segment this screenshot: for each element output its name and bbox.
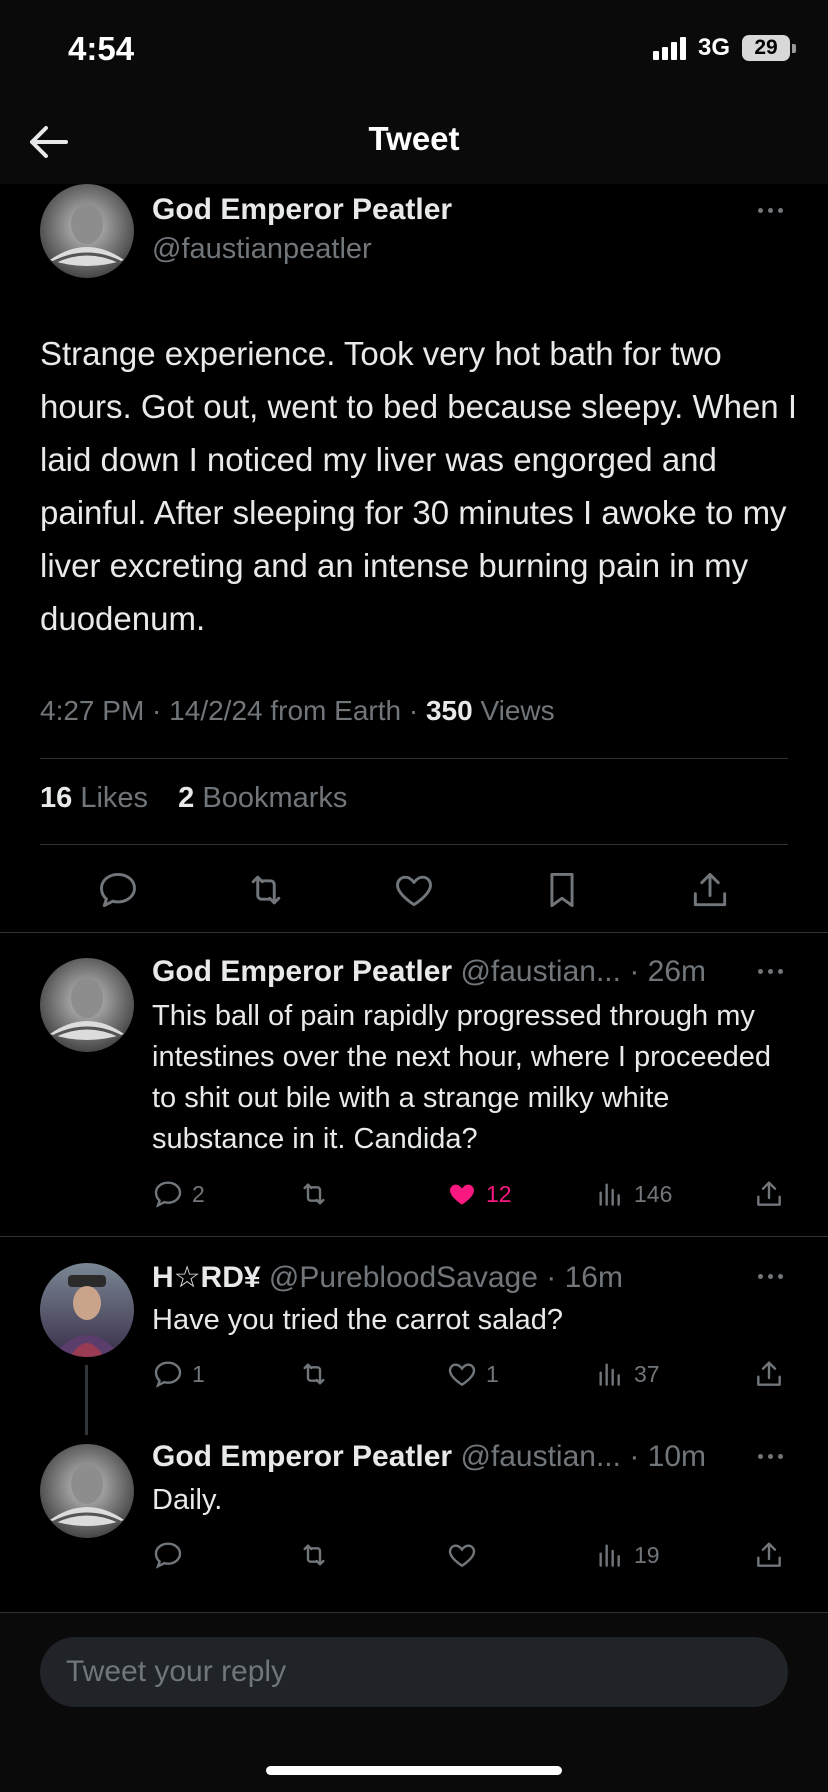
reply-text: This ball of pain rapidly progressed thr… [152,1000,772,1155]
views-action[interactable]: 37 [594,1358,660,1390]
reply-header: H☆RD¥ @PurebloodSavage · 16m [152,1261,623,1294]
view-count: 146 [634,1180,673,1207]
like-action[interactable] [446,1539,478,1571]
view-count: 37 [634,1360,660,1387]
divider [40,844,788,845]
share-icon [757,1361,781,1386]
reply-author-name[interactable]: H☆RD¥ [152,1261,261,1294]
more-icon[interactable] [753,205,787,215]
like-icon [450,1184,474,1205]
reply-action[interactable]: 1 [152,1358,205,1390]
like-icon [448,1363,476,1387]
like-action[interactable]: 12 [446,1178,512,1210]
avatar[interactable] [40,1444,134,1538]
avatar[interactable] [40,1263,134,1357]
status-bar: 4:54 3G 29 [0,0,828,100]
share-action[interactable] [753,1358,785,1390]
views-action[interactable]: 19 [594,1539,660,1571]
network-type: 3G [697,34,730,61]
view-count: 19 [634,1541,660,1568]
more-icon[interactable] [753,1451,787,1461]
reply-time: 26m [647,955,707,988]
like-icon[interactable] [392,868,436,912]
divider [0,1236,828,1237]
views-icon [599,1183,620,1206]
reply-author-handle[interactable]: @PurebloodSavage [269,1261,538,1294]
bookmarks-count: 2 [178,782,195,814]
reply-action[interactable] [152,1539,192,1571]
likes-label: Likes [80,782,149,814]
reply-icon [154,1361,182,1388]
reply-text: Daily. [152,1484,223,1516]
like-icon [448,1544,476,1568]
reply-composer: Tweet your reply [0,1612,828,1792]
nav-bar: Tweet [0,100,828,184]
home-indicator [266,1766,562,1775]
likes-stat[interactable]: 16 Likes [40,782,148,814]
retweet-icon [303,1544,325,1566]
like-action[interactable]: 1 [446,1358,499,1390]
retweet-icon [303,1363,325,1385]
views-label: Views [480,695,555,726]
reply-text: Have you tried the carrot salad? [152,1304,564,1336]
avatar[interactable] [40,958,134,1052]
retweet-action[interactable] [298,1358,330,1390]
battery-level: 29 [754,36,778,59]
avatar[interactable] [40,184,134,278]
bookmarks-stat[interactable]: 2 Bookmarks [178,782,347,814]
views-icon [599,1363,620,1386]
reply-action[interactable]: 2 [152,1178,205,1210]
reply-header: God Emperor Peatler @faustian... · 10m [152,1440,707,1473]
views-count: 350 [425,695,473,726]
status-time: 4:54 [68,30,135,67]
reply-author-name[interactable]: God Emperor Peatler [152,1440,452,1473]
tweet-date: 14/2/24 [169,695,263,726]
more-icon[interactable] [753,966,787,976]
reply-header: God Emperor Peatler @faustian... · 26m [152,955,707,988]
retweet-action[interactable] [298,1178,330,1210]
reply-icon [154,1542,182,1569]
reply-time: 16m [564,1261,623,1294]
divider [40,758,788,759]
views-action[interactable]: 146 [594,1178,672,1210]
battery-icon: 29 [742,35,796,61]
page-title: Tweet [368,120,460,157]
like-count: 1 [486,1360,499,1387]
share-action[interactable] [753,1539,785,1571]
reply-input[interactable]: Tweet your reply [40,1637,788,1707]
retweet-action[interactable] [298,1539,330,1571]
like-count: 12 [486,1180,512,1207]
likes-count: 16 [40,782,73,814]
author-name[interactable]: God Emperor Peatler [152,193,452,227]
bookmark-icon[interactable] [540,868,584,912]
reply-count: 2 [192,1180,205,1207]
reply-author-handle[interactable]: @faustian... [460,955,621,988]
tweet-meta: 4:27 PM · 14/2/24 from Earth · 350 Views [40,695,555,726]
signal-icon [652,36,686,60]
bookmarks-label: Bookmarks [202,782,348,814]
more-icon[interactable] [753,1271,787,1281]
views-icon [599,1544,620,1567]
reply-count: 1 [192,1360,205,1387]
reply-author-handle[interactable]: @faustian... [460,1440,621,1473]
tweet-stats: 16 Likes 2 Bookmarks [40,782,347,815]
reply-author-name[interactable]: God Emperor Peatler [152,955,452,988]
share-icon[interactable] [688,868,732,912]
divider [0,932,828,933]
share-icon [757,1181,781,1206]
share-icon [757,1542,781,1567]
reply-time: 10m [647,1440,707,1473]
status-indicators: 3G 29 [652,34,796,62]
tweet-text: Strange experience. Took very hot bath f… [40,335,798,637]
tweet-source: from Earth [270,695,402,726]
reply-icon[interactable] [96,868,140,912]
thread-line [85,1365,88,1435]
share-action[interactable] [753,1178,785,1210]
author-handle[interactable]: @faustianpeatler [152,233,372,266]
retweet-icon[interactable] [244,868,288,912]
tweet-time: 4:27 PM [40,695,145,726]
